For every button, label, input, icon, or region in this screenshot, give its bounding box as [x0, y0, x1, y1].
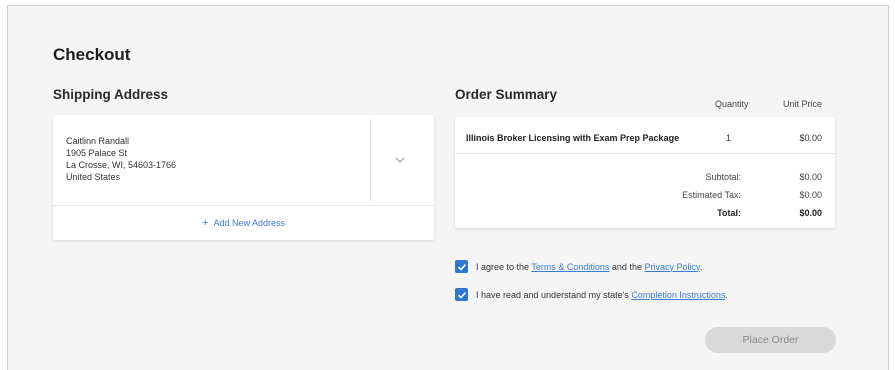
add-new-address-button[interactable]: + Add New Address: [53, 205, 434, 240]
instructions-agreement-row: I have read and understand my state's Co…: [455, 288, 728, 301]
terms-link[interactable]: Terms & Conditions: [531, 262, 609, 272]
quantity-column-header: Quantity: [715, 99, 749, 109]
item-quantity: 1: [726, 133, 732, 143]
terms-suffix: .: [699, 261, 703, 272]
plus-icon: +: [202, 216, 209, 229]
instructions-checkbox[interactable]: [455, 288, 468, 301]
address-divider: [370, 119, 371, 201]
address-city: La Crosse, WI, 54603-1766: [66, 160, 177, 170]
address-name: Caitlinn Randall: [66, 136, 130, 146]
terms-prefix: I agree to the: [476, 261, 532, 272]
item-price: $0.00: [799, 133, 822, 143]
terms-middle: and the: [609, 261, 645, 272]
address-country: United States: [66, 172, 121, 182]
order-summary-title: Order Summary: [455, 87, 558, 102]
terms-checkbox[interactable]: [455, 260, 468, 273]
order-summary-card: Illinois Broker Licensing with Exam Prep…: [455, 117, 835, 228]
unit-price-column-header: Unit Price: [783, 99, 823, 109]
subtotal-label: Subtotal:: [705, 172, 741, 182]
address-block[interactable]: Caitlinn Randall 1905 Palace St La Cross…: [66, 135, 176, 183]
item-name: Illinois Broker Licensing with Exam Prep…: [466, 133, 680, 143]
add-new-address-label: Add New Address: [213, 217, 285, 228]
address-street: 1905 Palace St: [66, 148, 128, 158]
summary-divider: [455, 153, 835, 154]
tax-label: Estimated Tax:: [682, 190, 741, 200]
shipping-address-card: Caitlinn Randall 1905 Palace St La Cross…: [53, 115, 434, 240]
shipping-section-title: Shipping Address: [53, 87, 169, 102]
terms-agreement-row: I agree to the Terms & Conditions and th…: [455, 260, 702, 273]
total-value: $0.00: [799, 208, 822, 218]
subtotal-value: $0.00: [799, 172, 822, 182]
privacy-policy-link[interactable]: Privacy Policy: [644, 262, 699, 272]
instructions-prefix: I have read and understand my state's: [476, 289, 632, 300]
total-label: Total:: [717, 208, 741, 218]
chevron-down-icon[interactable]: [393, 152, 407, 163]
instructions-text: I have read and understand my state's Co…: [476, 290, 728, 300]
tax-value: $0.00: [799, 190, 822, 200]
completion-instructions-link[interactable]: Completion Instructions: [631, 290, 725, 300]
terms-text: I agree to the Terms & Conditions and th…: [476, 262, 702, 272]
place-order-button[interactable]: Place Order: [705, 327, 836, 353]
page-title: Checkout: [53, 45, 131, 64]
instructions-suffix: .: [725, 289, 728, 300]
